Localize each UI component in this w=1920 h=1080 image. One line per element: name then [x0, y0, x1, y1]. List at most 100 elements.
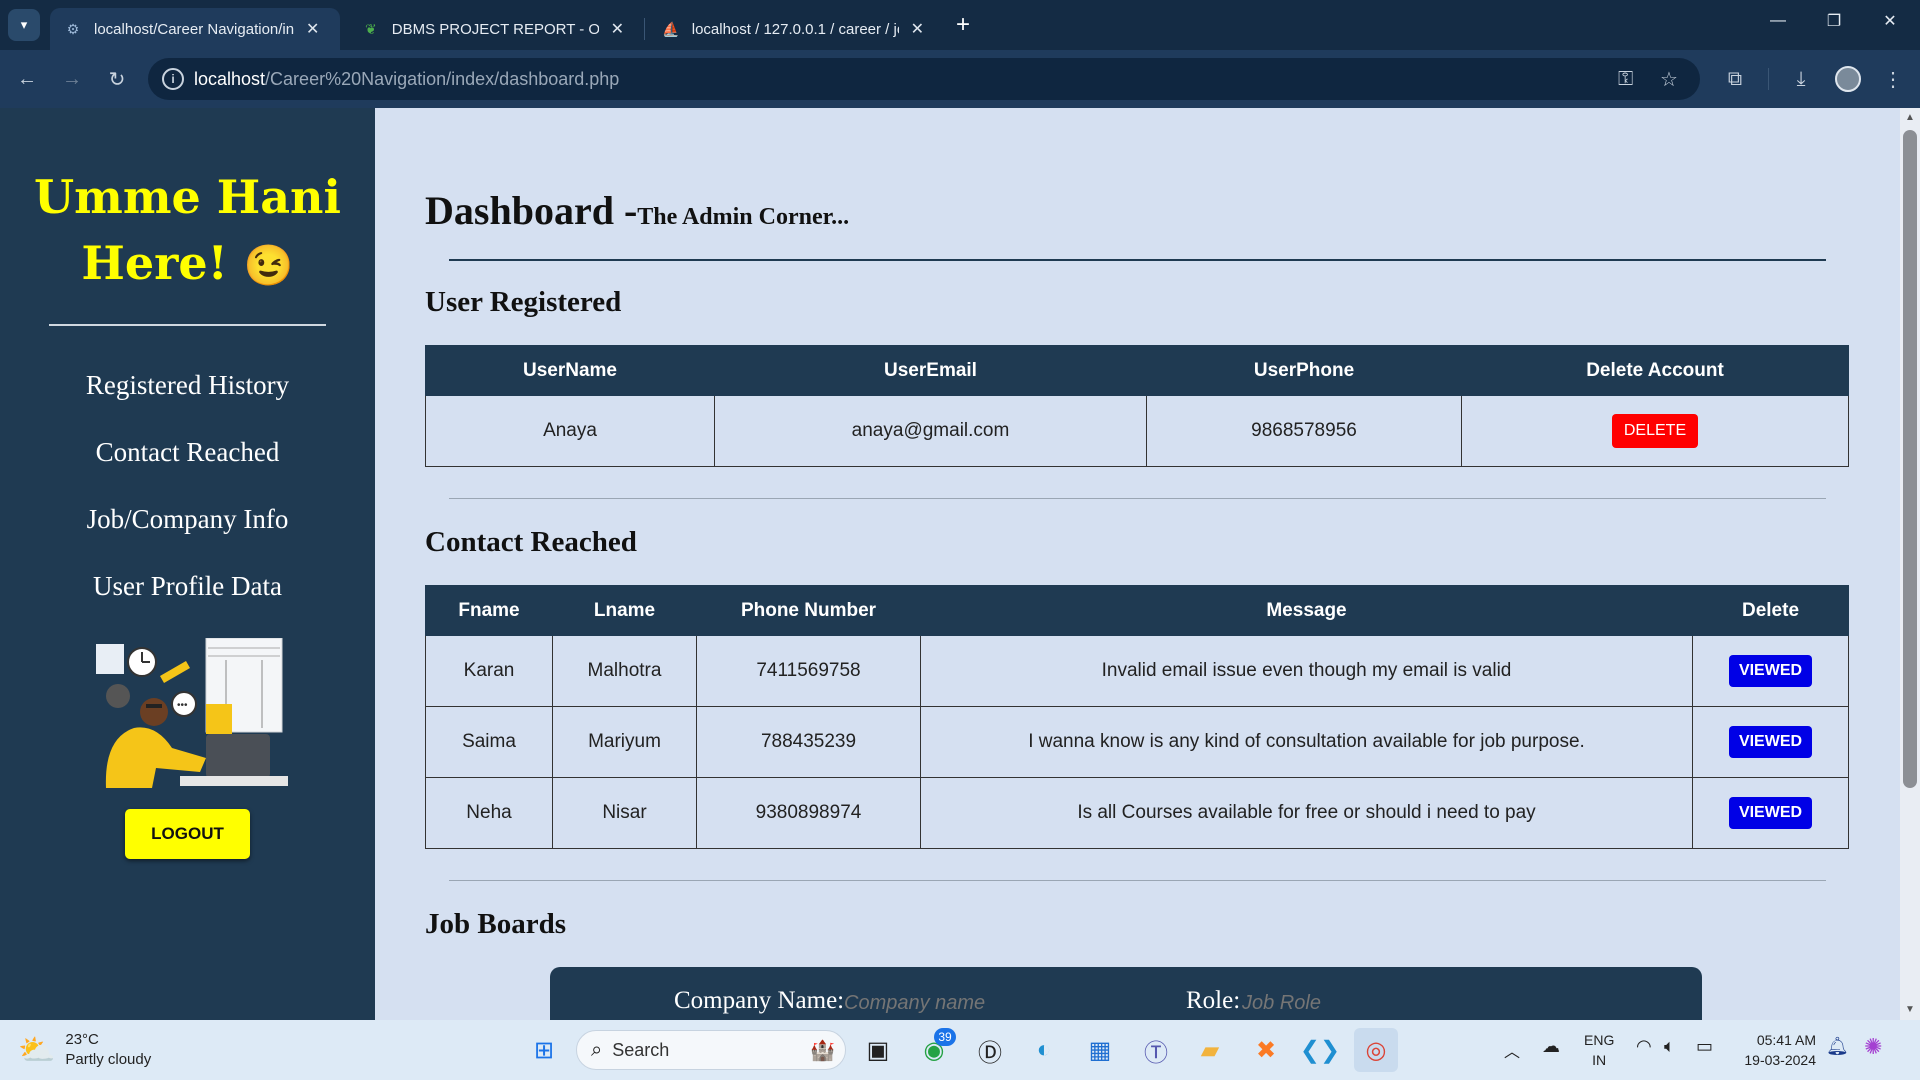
message-cell: I wanna know is any kind of consultation…	[920, 706, 1693, 778]
title-divider	[449, 259, 1826, 261]
restore-window-icon[interactable]: ❐	[1806, 0, 1862, 42]
forward-arrow-icon[interactable]: →	[55, 62, 89, 96]
fname-cell: Neha	[425, 777, 553, 849]
lname-cell: Nisar	[552, 777, 697, 849]
viewed-button[interactable]: VIEWED	[1728, 726, 1813, 758]
xampp-icon[interactable]: ✖	[1244, 1028, 1288, 1072]
file-explorer-icon[interactable]: ▰	[1188, 1028, 1232, 1072]
windows-start-icon[interactable]: ⊞	[522, 1028, 566, 1072]
weather-widget[interactable]: ⛅ 23°C Partly cloudy	[18, 1028, 151, 1072]
page-subtitle: The Admin Corner...	[637, 204, 850, 230]
copilot-icon[interactable]: ✺	[1864, 1034, 1882, 1060]
dell-icon[interactable]: Ⓓ	[968, 1028, 1012, 1072]
winking-face-icon: 😉	[243, 242, 294, 289]
user-email-cell: anaya@gmail.com	[714, 395, 1147, 467]
tab-search-button[interactable]: ▾	[8, 9, 40, 41]
extensions-icon[interactable]: ⧉	[1718, 62, 1752, 96]
users-table: UserName UserEmail UserPhone Delete Acco…	[425, 345, 1849, 467]
address-bar[interactable]: i localhost/Career%20Navigation/index/da…	[148, 58, 1700, 100]
svg-text:•••: •••	[177, 700, 188, 711]
password-key-icon[interactable]: ⚿	[1618, 68, 1633, 91]
site-info-icon[interactable]: i	[162, 68, 184, 90]
bookmark-star-icon[interactable]: ☆	[1660, 67, 1678, 92]
sidebar-item-contact-reached[interactable]: Contact Reached	[0, 437, 375, 468]
table-row: Karan Malhotra 7411569758 Invalid email …	[425, 635, 1849, 707]
reload-icon[interactable]: ↻	[100, 62, 134, 96]
delete-cell: VIEWED	[1692, 635, 1849, 707]
browser-tab-overleaf[interactable]: ❦ DBMS PROJECT REPORT - Online LaTeX Edi…	[348, 8, 638, 50]
contacts-table: Fname Lname Phone Number Message Delete …	[425, 585, 1849, 849]
scrollbar-thumb[interactable]	[1903, 130, 1917, 788]
jobs-section-heading: Job Boards	[425, 908, 567, 940]
notification-bell-icon[interactable]: 🔔︎	[1826, 1036, 1849, 1057]
logout-button[interactable]: LOGOUT	[125, 809, 250, 859]
sidebar-item-job-company-info[interactable]: Job/Company Info	[0, 504, 375, 535]
scroll-up-icon[interactable]: ▲	[1905, 112, 1915, 123]
phone-cell: 7411569758	[696, 635, 921, 707]
download-icon[interactable]: ⤓	[1784, 62, 1818, 96]
browser-tab-dashboard[interactable]: ⚙ localhost/Career Navigation/index/dash…	[50, 8, 340, 50]
table-header: Phone Number	[696, 585, 921, 636]
table-header: UserPhone	[1146, 345, 1462, 396]
show-hidden-icons-chevron-icon[interactable]: ︿	[1504, 1038, 1520, 1062]
language-indicator[interactable]: ENG IN	[1584, 1030, 1614, 1070]
url-text[interactable]: localhost/Career%20Navigation/index/dash…	[194, 69, 619, 90]
clock[interactable]: 05:41 AM 19-03-2024	[1736, 1030, 1816, 1070]
search-icon: ⌕	[591, 1038, 603, 1061]
sidebar: Umme Hani Here! 😉 Registered History Con…	[0, 108, 375, 1020]
volume-icon[interactable]: 🔈︎	[1664, 1036, 1675, 1057]
page-title: Dashboard -The Admin Corner...	[425, 188, 850, 233]
partly-cloudy-icon: ⛅	[18, 1033, 56, 1067]
lname-cell: Malhotra	[552, 635, 697, 707]
close-tab-icon[interactable]: ✕	[611, 19, 624, 39]
phpmyadmin-icon: ⛵	[662, 20, 680, 37]
viewed-button[interactable]: VIEWED	[1728, 797, 1813, 829]
viewed-button[interactable]: VIEWED	[1728, 655, 1813, 687]
table-header: UserName	[425, 345, 715, 396]
delete-account-button[interactable]: DELETE	[1611, 414, 1699, 448]
task-view-icon[interactable]: ▣	[856, 1028, 900, 1072]
table-header: Fname	[425, 585, 553, 636]
message-cell: Invalid email issue even though my email…	[920, 635, 1693, 707]
company-name-label: Company Name:	[674, 987, 845, 1014]
tab-divider	[644, 18, 645, 40]
browser-tab-phpmyadmin[interactable]: ⛵ localhost / 127.0.0.1 / career / job ✕	[648, 8, 938, 50]
scroll-down-icon[interactable]: ▼	[1905, 1004, 1915, 1015]
users-section-heading: User Registered	[425, 286, 622, 318]
table-row: Saima Mariyum 788435239 I wanna know is …	[425, 706, 1849, 778]
sidebar-item-registered-history[interactable]: Registered History	[0, 370, 375, 401]
taskbar-search-box[interactable]: ⌕ Search 🏰	[576, 1030, 846, 1070]
browser-menu-icon[interactable]: ⋮	[1876, 62, 1910, 96]
company-name-input[interactable]	[844, 987, 1144, 1019]
job-role-input[interactable]	[1242, 987, 1542, 1019]
delete-cell: VIEWED	[1692, 777, 1849, 849]
sidebar-item-user-profile-data[interactable]: User Profile Data	[0, 571, 375, 602]
job-board-form: Company Name: Role:	[550, 967, 1702, 1020]
table-row: Neha Nisar 9380898974 Is all Courses ava…	[425, 777, 1849, 849]
back-arrow-icon[interactable]: ←	[10, 62, 44, 96]
contacts-section-heading: Contact Reached	[425, 526, 637, 558]
close-tab-icon[interactable]: ✕	[306, 19, 319, 39]
profile-avatar[interactable]	[1835, 66, 1861, 92]
chrome-icon[interactable]: ◎	[1354, 1028, 1398, 1072]
search-highlight-icon: 🏰	[810, 1039, 835, 1062]
close-tab-icon[interactable]: ✕	[911, 19, 924, 39]
vscode-icon[interactable]: ❮❯	[1298, 1028, 1342, 1072]
delete-cell: DELETE	[1461, 395, 1849, 467]
onedrive-cloud-icon[interactable]: ☁	[1542, 1036, 1560, 1057]
role-label: Role:	[1186, 987, 1241, 1014]
delete-cell: VIEWED	[1692, 706, 1849, 778]
wifi-icon[interactable]: ◠	[1636, 1036, 1652, 1057]
phone-cell: 9380898974	[696, 777, 921, 849]
microsoft-store-icon[interactable]: ▦	[1078, 1028, 1122, 1072]
fname-cell: Saima	[425, 706, 553, 778]
teams-icon[interactable]: Ⓣ	[1134, 1028, 1178, 1072]
table-header: Delete	[1692, 585, 1849, 636]
user-phone-cell: 9868578956	[1146, 395, 1462, 467]
new-tab-button[interactable]: +	[948, 10, 978, 40]
close-window-icon[interactable]: ✕	[1862, 0, 1918, 42]
minimize-window-icon[interactable]: ―	[1750, 0, 1806, 42]
message-cell: Is all Courses available for free or sho…	[920, 777, 1693, 849]
edge-icon[interactable]: ◐	[1022, 1028, 1066, 1072]
battery-icon[interactable]: ▭	[1696, 1036, 1713, 1057]
